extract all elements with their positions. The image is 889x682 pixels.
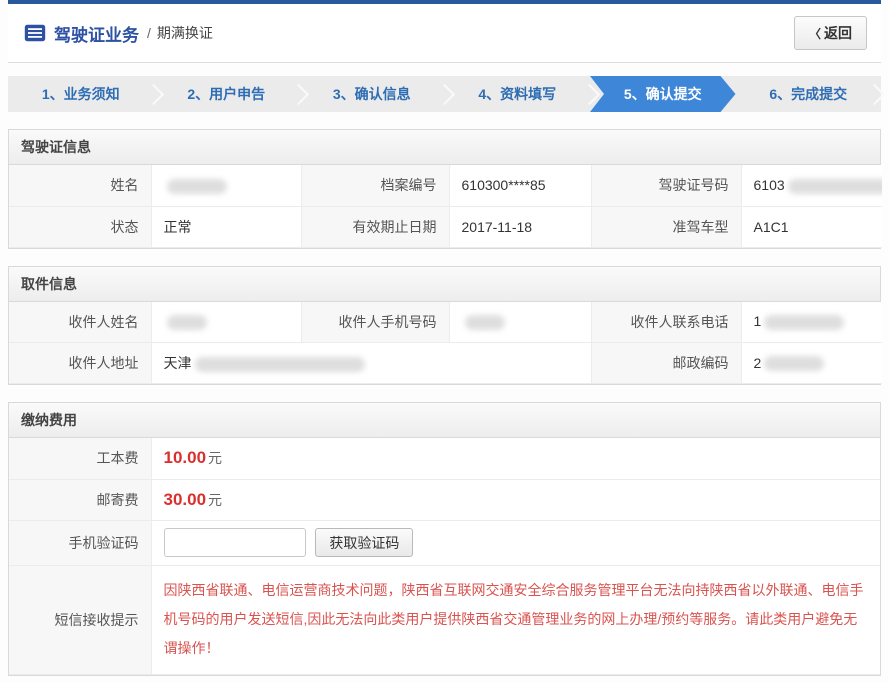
masked-postcode — [764, 356, 824, 371]
file-no-label: 档案编号 — [301, 165, 449, 206]
license-no-value: 6103（ — [741, 165, 882, 206]
phone-prefix: 1 — [754, 313, 762, 329]
status-label: 状态 — [9, 206, 151, 247]
postcode-value: 2 — [741, 343, 882, 384]
table-row: 状态 正常 有效期止日期 2017-11-18 准驾车型 A1C1 — [9, 206, 882, 247]
postage-fee-label: 邮寄费 — [9, 479, 151, 520]
license-info-table: 姓名 档案编号 610300****85 驾驶证号码 6103（ 状态 正常 有… — [9, 165, 882, 248]
recipient-phone-value: 1 — [741, 302, 882, 343]
name-label: 姓名 — [9, 165, 151, 206]
step-2-user-declaration[interactable]: 2、用户申告 — [154, 76, 300, 112]
step-wizard: 1、业务须知 2、用户申告 3、确认信息 4、资料填写 5、确认提交 6、完成提… — [8, 76, 881, 112]
status-value: 正常 — [151, 206, 301, 247]
table-row: 邮寄费 30.00元 — [9, 479, 880, 520]
masked-mobile — [465, 315, 505, 330]
sms-notice-label: 短信接收提示 — [9, 565, 151, 674]
production-fee-unit: 元 — [208, 450, 222, 466]
back-button[interactable]: 〈返回 — [794, 16, 867, 50]
breadcrumb-separator: / — [147, 25, 151, 41]
get-sms-code-button[interactable]: 获取验证码 — [315, 528, 413, 557]
vehicle-class-label: 准驾车型 — [591, 206, 741, 247]
postage-fee-value: 30.00元 — [151, 479, 880, 520]
license-no-label: 驾驶证号码 — [591, 165, 741, 206]
fees-table: 工本费 10.00元 邮寄费 30.00元 手机验证码 获取验证码 短信接收提示… — [9, 438, 880, 675]
table-row: 工本费 10.00元 — [9, 438, 880, 479]
license-info-section: 驾驶证信息 姓名 档案编号 610300****85 驾驶证号码 6103（ 状… — [8, 129, 881, 249]
license-no-prefix: 6103 — [754, 177, 785, 193]
chevron-left-icon: 〈 — [809, 27, 821, 41]
name-value — [151, 165, 301, 206]
postage-fee-amount: 30.00 — [164, 490, 207, 509]
recipient-phone-label: 收件人联系电话 — [591, 302, 741, 343]
pickup-info-table: 收件人姓名 收件人手机号码 收件人联系电话 1 收件人地址 天津 邮政编码 2 — [9, 302, 882, 385]
masked-name — [167, 179, 227, 194]
step-6-complete-submit[interactable]: 6、完成提交 — [736, 76, 882, 112]
production-fee-value: 10.00元 — [151, 438, 880, 479]
breadcrumb-current: 期满换证 — [157, 23, 213, 43]
pickup-section-title: 取件信息 — [9, 267, 880, 302]
license-business-icon — [24, 24, 46, 42]
production-fee-amount: 10.00 — [164, 448, 207, 467]
page-title: 驾驶证业务 — [54, 21, 139, 46]
masked-license-no — [788, 179, 882, 194]
table-row: 短信接收提示 因陕西省联通、电信运营商技术问题，陕西省互联网交通安全综合服务管理… — [9, 565, 880, 674]
page-header: 驾驶证业务 / 期满换证 〈返回 — [8, 4, 881, 63]
fees-section: 缴纳费用 工本费 10.00元 邮寄费 30.00元 手机验证码 获取验证码 短… — [8, 402, 881, 676]
step-1-business-notice[interactable]: 1、业务须知 — [8, 76, 154, 112]
sms-notice-text: 因陕西省联通、电信运营商技术问题，陕西省互联网交通安全综合服务管理平台无法向持陕… — [164, 576, 869, 664]
footer-actions: 上一步 完成 — [8, 676, 881, 682]
step-4-fill-data[interactable]: 4、资料填写 — [445, 76, 591, 112]
table-row: 收件人地址 天津 邮政编码 2 — [9, 343, 882, 384]
recipient-name-value — [151, 302, 301, 343]
expiry-label: 有效期止日期 — [301, 206, 449, 247]
table-row: 收件人姓名 收件人手机号码 收件人联系电话 1 — [9, 302, 882, 343]
masked-phone — [764, 315, 844, 330]
sms-code-label: 手机验证码 — [9, 520, 151, 565]
recipient-address-value: 天津 — [151, 343, 591, 384]
masked-address — [195, 357, 365, 372]
table-row: 手机验证码 获取验证码 — [9, 520, 880, 565]
production-fee-label: 工本费 — [9, 438, 151, 479]
recipient-name-label: 收件人姓名 — [9, 302, 151, 343]
page-container: 驾驶证业务 / 期满换证 〈返回 1、业务须知 2、用户申告 3、确认信息 4、… — [8, 0, 881, 682]
recipient-mobile-value — [449, 302, 591, 343]
postcode-label: 邮政编码 — [591, 343, 741, 384]
step-3-confirm-info[interactable]: 3、确认信息 — [299, 76, 445, 112]
vehicle-class-value: A1C1 — [741, 206, 882, 247]
sms-notice-cell: 因陕西省联通、电信运营商技术问题，陕西省互联网交通安全综合服务管理平台无法向持陕… — [151, 565, 880, 674]
address-prefix: 天津 — [164, 355, 192, 371]
recipient-address-label: 收件人地址 — [9, 343, 151, 384]
postage-fee-unit: 元 — [208, 492, 222, 508]
postcode-prefix: 2 — [754, 355, 762, 371]
file-no-value: 610300****85 — [449, 165, 591, 206]
license-section-title: 驾驶证信息 — [9, 130, 880, 165]
expiry-value: 2017-11-18 — [449, 206, 591, 247]
sms-code-input[interactable] — [164, 528, 306, 557]
sms-code-cell: 获取验证码 — [151, 520, 880, 565]
step-5-confirm-submit-active[interactable]: 5、确认提交 — [590, 76, 736, 112]
masked-recipient-name — [167, 315, 207, 330]
pickup-info-section: 取件信息 收件人姓名 收件人手机号码 收件人联系电话 1 收件人地址 天津 邮政… — [8, 266, 881, 386]
table-row: 姓名 档案编号 610300****85 驾驶证号码 6103（ — [9, 165, 882, 206]
fees-section-title: 缴纳费用 — [9, 403, 880, 438]
recipient-mobile-label: 收件人手机号码 — [301, 302, 449, 343]
back-button-label: 返回 — [824, 25, 852, 41]
